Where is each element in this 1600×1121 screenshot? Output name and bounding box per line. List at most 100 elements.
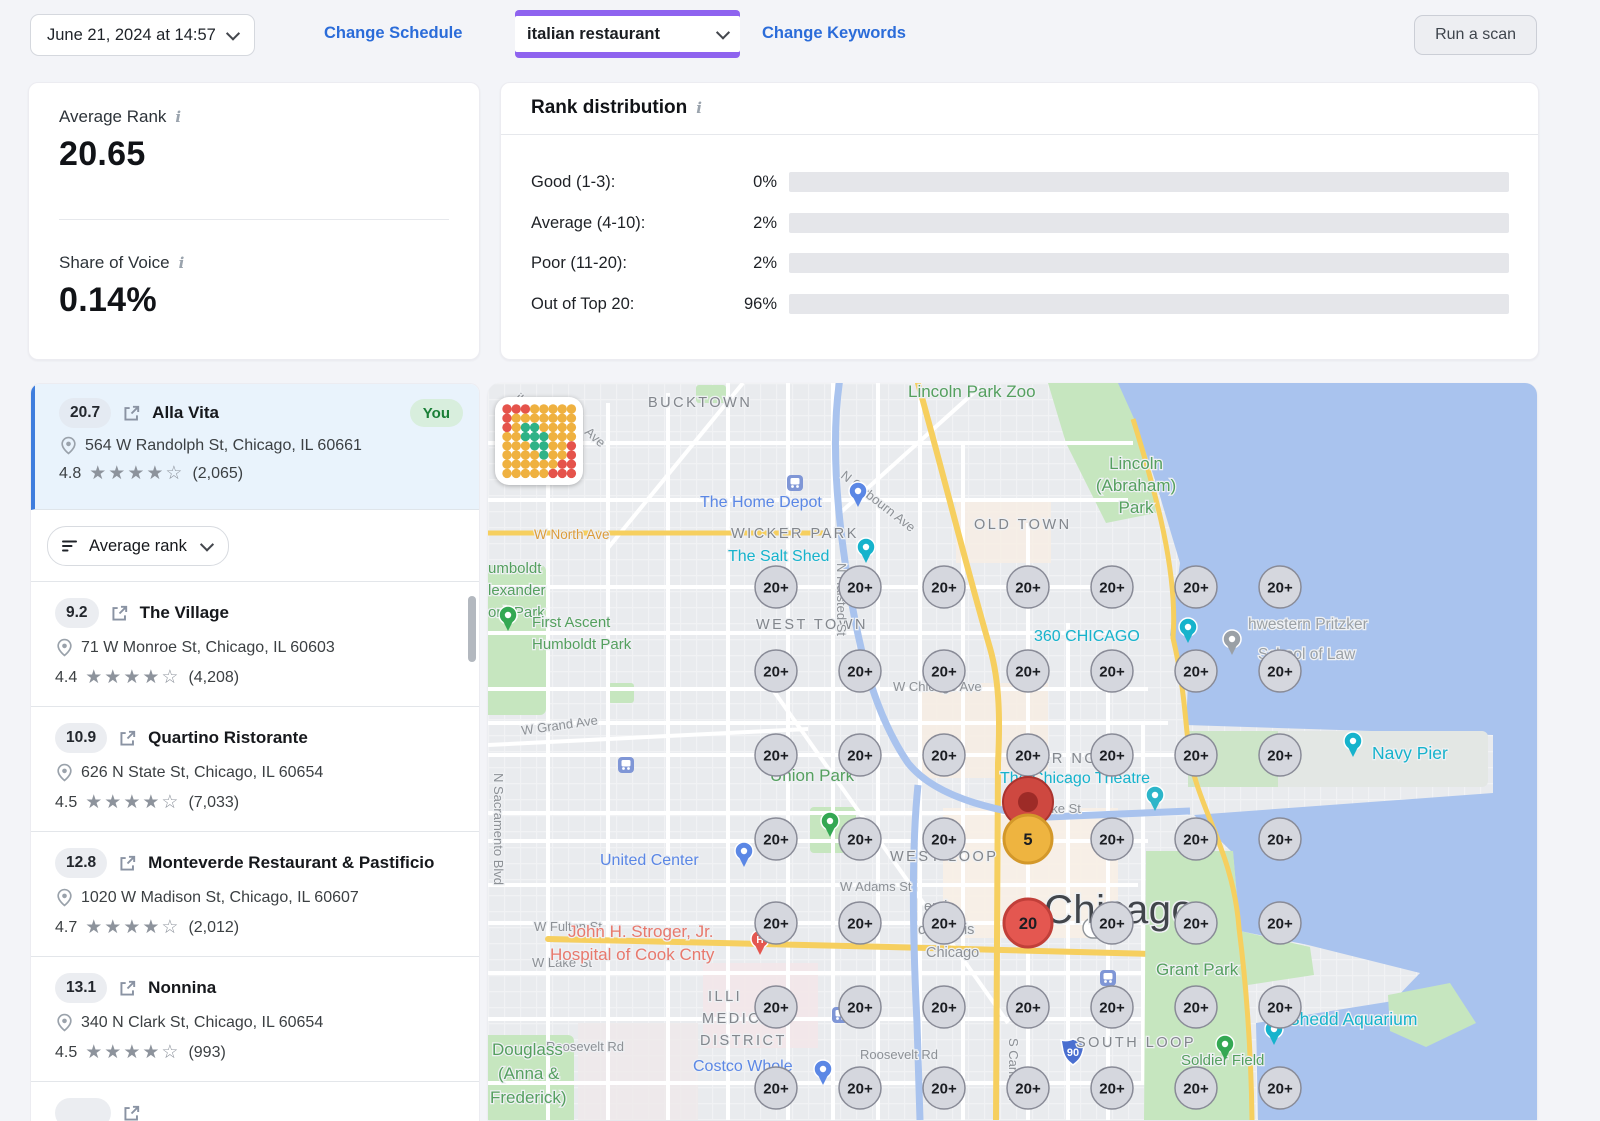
heatmap-minimap-toggle[interactable] — [495, 397, 583, 485]
distribution-row-average: Average (4-10): 2% — [501, 213, 1538, 233]
rank-pin[interactable]: 20+ — [923, 818, 965, 860]
rank-pin-red[interactable]: 20 — [1004, 899, 1052, 947]
date-selector[interactable]: June 21, 2024 at 14:57 — [30, 14, 255, 56]
rank-pin[interactable]: 20+ — [839, 1067, 881, 1109]
rank-pin[interactable]: 20+ — [839, 650, 881, 692]
change-schedule-link[interactable]: Change Schedule — [324, 24, 462, 43]
rank-pin[interactable]: 20+ — [923, 734, 965, 776]
location-pin-icon — [59, 436, 78, 455]
rank-pin[interactable]: 20+ — [1091, 1067, 1133, 1109]
rank-pin[interactable]: 20+ — [1175, 566, 1217, 608]
rank-pin[interactable]: 20+ — [1175, 650, 1217, 692]
rank-pin[interactable]: 20+ — [923, 986, 965, 1028]
you-badge: You — [410, 399, 463, 427]
rank-pin[interactable]: 20+ — [1091, 566, 1133, 608]
rank-pin[interactable]: 20+ — [923, 902, 965, 944]
rank-pin[interactable]: 20+ — [1175, 986, 1217, 1028]
rank-pin[interactable]: 20+ — [1259, 818, 1301, 860]
rank-pin[interactable]: 20+ — [755, 902, 797, 944]
competitor-row[interactable] — [31, 1082, 479, 1121]
rank-pin[interactable]: 20+ — [1175, 818, 1217, 860]
rank-pin[interactable]: 20+ — [755, 650, 797, 692]
rank-pin[interactable]: 20+ — [755, 566, 797, 608]
sort-dropdown[interactable]: Average rank — [47, 526, 229, 566]
rank-pin[interactable]: 20+ — [839, 734, 881, 776]
rank-pin[interactable]: 20+ — [1259, 566, 1301, 608]
rank-pin[interactable]: 20+ — [1091, 734, 1133, 776]
map[interactable]: 90110 BUCKTOWNLincoln Park ZooN Clybourn… — [488, 383, 1537, 1120]
svg-text:Hospital of Cook Cnty: Hospital of Cook Cnty — [550, 945, 715, 964]
rank-pin[interactable]: 20+ — [755, 734, 797, 776]
rank-pin[interactable]: 20+ — [839, 902, 881, 944]
external-link-icon[interactable] — [119, 855, 136, 872]
external-link-icon[interactable] — [119, 730, 136, 747]
svg-text:W North Ave: W North Ave — [534, 527, 610, 542]
rank-pin[interactable]: 20+ — [1007, 734, 1049, 776]
keyword-selector[interactable]: italian restaurant — [515, 16, 740, 52]
row-label: Good (1-3): — [531, 173, 615, 192]
rank-pin[interactable]: 20+ — [1175, 734, 1217, 776]
svg-text:ILLI: ILLI — [708, 989, 742, 1005]
info-icon[interactable]: i — [696, 99, 702, 117]
share-of-voice-value: 0.14% — [59, 281, 157, 320]
info-icon[interactable]: i — [179, 254, 185, 272]
svg-text:The Salt Shed: The Salt Shed — [728, 548, 829, 565]
your-business-card[interactable]: 20.7 Alla Vita You 564 W Randolph St, Ch… — [31, 384, 479, 510]
svg-text:20+: 20+ — [763, 664, 789, 681]
rank-pin[interactable]: 20+ — [1259, 1067, 1301, 1109]
rank-pin[interactable]: 20+ — [923, 566, 965, 608]
svg-text:Lincoln Park Zoo: Lincoln Park Zoo — [908, 383, 1036, 401]
map-canvas[interactable]: 90110 BUCKTOWNLincoln Park ZooN Clybourn… — [488, 383, 1537, 1120]
rank-pin[interactable]: 20+ — [1259, 986, 1301, 1028]
rank-pin[interactable]: 20+ — [1091, 986, 1133, 1028]
rating-value: 4.5 — [55, 1044, 77, 1062]
business-address: 564 W Randolph St, Chicago, IL 60661 — [85, 437, 362, 455]
rank-pin[interactable]: 20+ — [755, 986, 797, 1028]
svg-text:Navy Pier: Navy Pier — [1372, 743, 1448, 763]
competitor-row[interactable]: 12.8 Monteverde Restaurant & Pastificio … — [31, 832, 479, 957]
rank-pin[interactable]: 20+ — [755, 818, 797, 860]
rating-value: 4.8 — [59, 465, 81, 483]
rank-pin[interactable]: 20+ — [1259, 902, 1301, 944]
change-keywords-link[interactable]: Change Keywords — [762, 24, 906, 43]
rank-pin-yellow[interactable]: 5 — [1004, 815, 1052, 863]
star-rating: ★★★★☆ — [85, 668, 180, 687]
svg-text:SOUTH LOOP: SOUTH LOOP — [1076, 1035, 1196, 1051]
rank-pin[interactable]: 20+ — [1007, 566, 1049, 608]
rank-pin[interactable]: 20+ — [1091, 818, 1133, 860]
location-pin-icon — [55, 763, 74, 782]
svg-text:20+: 20+ — [931, 664, 957, 681]
competitor-row[interactable]: 10.9 Quartino Ristorante 626 N State St,… — [31, 707, 479, 832]
rank-pin[interactable]: 20+ — [1259, 650, 1301, 692]
rank-pin[interactable]: 20+ — [839, 818, 881, 860]
rank-pin[interactable]: 20+ — [755, 1067, 797, 1109]
external-link-icon[interactable] — [123, 1105, 140, 1121]
rank-pin[interactable]: 20+ — [1175, 1067, 1217, 1109]
rank-pin[interactable]: 20+ — [1091, 650, 1133, 692]
rank-pin[interactable]: 20+ — [1259, 734, 1301, 776]
list-scrollbar[interactable] — [468, 596, 476, 662]
rank-pin[interactable]: 20+ — [1091, 902, 1133, 944]
svg-text:20+: 20+ — [847, 916, 873, 933]
rank-pin[interactable]: 20+ — [1007, 1067, 1049, 1109]
rating-value: 4.4 — [55, 669, 77, 687]
rank-pin[interactable]: 20+ — [923, 650, 965, 692]
svg-text:20+: 20+ — [1267, 580, 1293, 597]
competitor-row[interactable]: 9.2 The Village 71 W Monroe St, Chicago,… — [31, 582, 479, 707]
run-scan-button[interactable]: Run a scan — [1414, 15, 1537, 55]
rank-pin[interactable]: 20+ — [839, 986, 881, 1028]
rank-pin[interactable]: 20+ — [1007, 986, 1049, 1028]
heatmap-thumbnail — [501, 403, 577, 479]
transit-icon — [618, 757, 634, 773]
external-link-icon[interactable] — [111, 605, 128, 622]
rank-pin[interactable]: 20+ — [839, 566, 881, 608]
rank-pin[interactable]: 20+ — [923, 1067, 965, 1109]
info-icon[interactable]: i — [175, 108, 181, 126]
chevron-down-icon — [200, 538, 214, 552]
external-link-icon[interactable] — [119, 980, 136, 997]
rank-pin[interactable]: 20+ — [1007, 650, 1049, 692]
rank-pin[interactable]: 20+ — [1175, 902, 1217, 944]
competitor-row[interactable]: 13.1 Nonnina 340 N Clark St, Chicago, IL… — [31, 957, 479, 1082]
external-link-icon[interactable] — [123, 405, 140, 422]
distribution-row-good: Good (1-3): 0% — [501, 172, 1538, 192]
